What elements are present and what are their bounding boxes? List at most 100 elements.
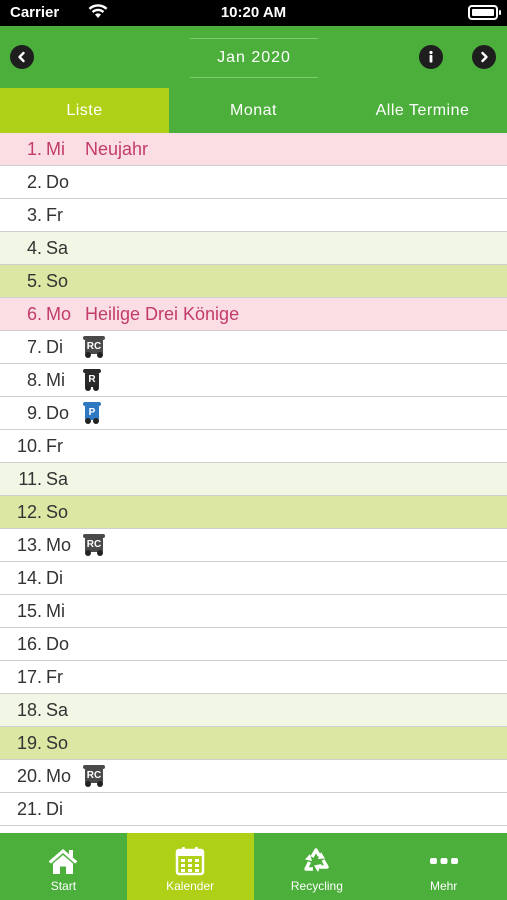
day-row[interactable]: 3. Fr xyxy=(0,199,507,232)
day-row[interactable]: 21. Di xyxy=(0,793,507,826)
waste-bin-r-icon[interactable]: R xyxy=(82,369,102,391)
day-row[interactable]: 20. Mo RC xyxy=(0,760,507,793)
tab-kalender[interactable]: Kalender xyxy=(126,833,254,900)
tab-kalender-label: Kalender xyxy=(166,879,215,893)
day-row[interactable]: 4. Sa xyxy=(0,232,507,265)
day-number: 21. xyxy=(16,798,42,819)
day-row[interactable]: 17. Fr xyxy=(0,661,507,694)
day-events: R xyxy=(82,369,102,391)
view-tabs: Liste Monat Alle Termine xyxy=(0,88,507,133)
tab-mehr-label: Mehr xyxy=(429,879,458,893)
weekday-name: So xyxy=(46,270,69,291)
weekday-name: Do xyxy=(46,402,70,423)
day-events: Heilige Drei Könige xyxy=(82,304,239,325)
weekday-name: Mo xyxy=(46,765,72,786)
day-row[interactable]: 6. Mo Heilige Drei Könige xyxy=(0,298,507,331)
day-row[interactable]: 12. So xyxy=(0,496,507,529)
day-number: 12. xyxy=(16,501,42,522)
bin-wheel xyxy=(97,352,103,358)
day-row[interactable]: 19. So xyxy=(0,727,507,760)
waste-bin-rc-icon[interactable]: RC xyxy=(82,765,106,787)
weekday-name: Mo xyxy=(46,534,72,555)
day-number: 15. xyxy=(16,600,42,621)
day-number: 10. xyxy=(16,435,42,456)
day-number: 1. xyxy=(26,138,42,159)
holiday-name: Heilige Drei Könige xyxy=(85,303,240,324)
day-number: 7. xyxy=(26,336,42,357)
bin-wheel xyxy=(97,781,103,787)
weekday-name: Fr xyxy=(46,204,63,225)
waste-bin-rc-icon[interactable]: RC xyxy=(82,534,106,556)
day-events: RC xyxy=(82,336,106,358)
day-row[interactable]: 14. Di xyxy=(0,562,507,595)
weekday-name: Mo xyxy=(46,303,72,324)
day-row[interactable]: 10. Fr xyxy=(0,430,507,463)
bin-wheel xyxy=(85,418,91,424)
day-number: 6. xyxy=(26,303,42,324)
day-row[interactable]: 2. Do xyxy=(0,166,507,199)
day-row[interactable]: 11. Sa xyxy=(0,463,507,496)
day-number: 19. xyxy=(16,732,42,753)
weekday-name: Mi xyxy=(46,138,65,159)
tab-mehr[interactable]: Mehr xyxy=(380,833,507,900)
tab-start-label: Start xyxy=(50,879,77,893)
day-row[interactable]: 16. Do xyxy=(0,628,507,661)
bin-wheel xyxy=(93,418,99,424)
weekday-name: Fr xyxy=(46,666,63,687)
day-row[interactable]: 9. Do P xyxy=(0,397,507,430)
info-button[interactable] xyxy=(419,45,443,69)
day-number: 2. xyxy=(26,171,42,192)
holiday-name: Neujahr xyxy=(85,138,149,159)
weekday-name: Do xyxy=(46,633,70,654)
day-events: RC xyxy=(82,765,106,787)
day-row[interactable]: 13. Mo RC xyxy=(0,529,507,562)
waste-bin-p-icon[interactable]: P xyxy=(82,402,102,424)
chevron-left-icon xyxy=(18,51,25,63)
weekday-name: Di xyxy=(46,336,63,357)
day-number: 14. xyxy=(16,567,42,588)
bin-wheel xyxy=(85,781,91,787)
day-number: 4. xyxy=(26,237,42,258)
day-row[interactable]: 1. Mi Neujahr xyxy=(0,133,507,166)
day-row[interactable]: 18. Sa xyxy=(0,694,507,727)
tab-start[interactable]: Start xyxy=(0,833,127,900)
weekday-name: Mi xyxy=(46,369,65,390)
next-month-button[interactable] xyxy=(472,45,496,69)
chevron-right-icon xyxy=(481,51,488,63)
weekday-name: Do xyxy=(46,171,70,192)
tab-monat[interactable]: Monat xyxy=(169,88,338,133)
info-icon xyxy=(429,50,433,63)
more-icon xyxy=(429,846,459,876)
day-number: 13. xyxy=(16,534,42,555)
bin-wheel xyxy=(97,550,103,556)
day-row[interactable]: 5. So xyxy=(0,265,507,298)
day-number: 17. xyxy=(16,666,42,687)
weekday-name: Sa xyxy=(46,468,69,489)
month-title: Jan 2020 xyxy=(190,38,318,78)
day-number: 20. xyxy=(16,765,42,786)
day-events: Neujahr xyxy=(82,139,148,160)
day-row[interactable]: 7. Di RC xyxy=(0,331,507,364)
waste-bin-rc-icon[interactable]: RC xyxy=(82,336,106,358)
day-number: 8. xyxy=(26,369,42,390)
bin-wheel xyxy=(93,385,99,391)
weekday-name: Fr xyxy=(46,435,63,456)
day-number: 18. xyxy=(16,699,42,720)
bin-wheel xyxy=(85,352,91,358)
day-row[interactable]: 15. Mi xyxy=(0,595,507,628)
day-row[interactable]: 8. Mi R xyxy=(0,364,507,397)
bottom-tab-bar: Start Kalender Recycling Mehr xyxy=(0,833,507,900)
weekday-name: So xyxy=(46,732,69,753)
weekday-name: Di xyxy=(46,798,63,819)
tab-alle-termine[interactable]: Alle Termine xyxy=(338,88,507,133)
month-navigation: Jan 2020 xyxy=(0,26,507,88)
tab-recycling[interactable]: Recycling xyxy=(254,833,381,900)
day-number: 5. xyxy=(26,270,42,291)
tab-recycling-label: Recycling xyxy=(290,879,343,893)
clock: 10:20 AM xyxy=(220,4,287,21)
battery-icon xyxy=(468,5,501,20)
recycling-icon xyxy=(301,846,333,876)
day-events: P xyxy=(82,402,102,424)
tab-liste[interactable]: Liste xyxy=(0,88,169,133)
previous-month-button[interactable] xyxy=(10,45,34,69)
